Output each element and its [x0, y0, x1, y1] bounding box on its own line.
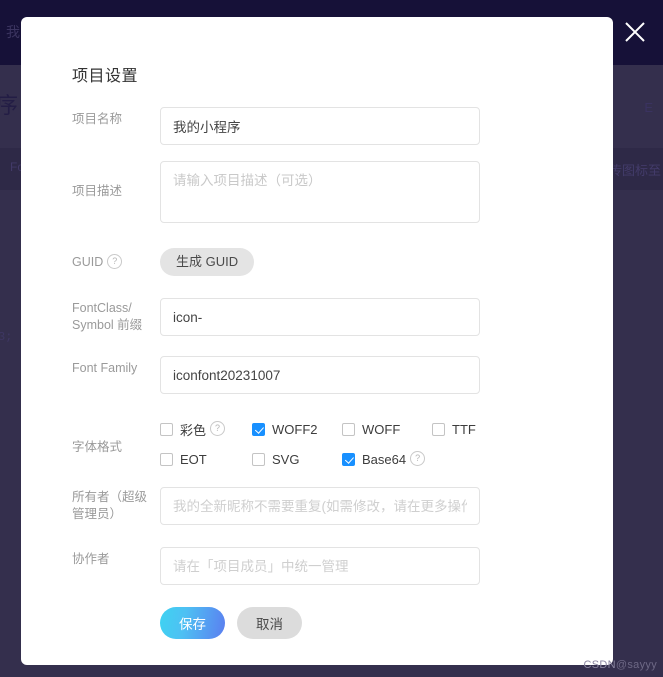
field-font-family: Font Family: [21, 356, 613, 394]
field-guid: GUID? 生成 GUID: [21, 248, 613, 276]
checkbox-box-woff[interactable]: [342, 423, 355, 436]
checkbox-box-color[interactable]: [160, 423, 173, 436]
checkbox-label-woff: WOFF: [362, 422, 401, 437]
field-fontclass-prefix: FontClass/ Symbol 前缀: [21, 298, 613, 336]
font-format-row: 彩色 ? WOFF2 WOFF TTF: [160, 420, 490, 439]
checkbox-label-base64: Base64: [362, 452, 407, 467]
label-collaborator: 协作者: [72, 552, 110, 566]
close-modal-button[interactable]: [617, 14, 653, 50]
question-circle-icon[interactable]: ?: [410, 451, 426, 466]
question-circle-icon[interactable]: ?: [210, 421, 226, 436]
project-name-input[interactable]: [160, 107, 480, 145]
control-owner: [160, 487, 613, 525]
label-fontclass-line1: FontClass/: [72, 301, 132, 315]
field-project-name: 项目名称: [21, 107, 613, 145]
label-owner: 所有者（超级 管理员）: [72, 487, 160, 523]
project-description-textarea[interactable]: [160, 161, 480, 223]
background-right-fragment: E: [644, 100, 653, 115]
field-owner: 所有者（超级 管理员）: [21, 487, 613, 525]
checkbox-box-ttf[interactable]: [432, 423, 445, 436]
control-project-name: [160, 107, 613, 145]
control-guid: 生成 GUID: [160, 248, 613, 276]
close-icon: [625, 22, 645, 42]
background-label-right: 传图标至: [608, 163, 661, 178]
cancel-button[interactable]: 取消: [237, 607, 302, 639]
project-settings-modal: 项目设置 项目名称 项目描述 GUID? 生成 GUID: [21, 17, 613, 665]
control-font-family: [160, 356, 613, 394]
checkbox-base64[interactable]: Base64 ?: [342, 451, 426, 467]
control-collaborator: [160, 547, 613, 585]
checkbox-box-eot[interactable]: [160, 453, 173, 466]
label-owner-line1: 所有者（超级: [72, 490, 148, 504]
label-project-description: 项目描述: [72, 184, 123, 198]
checkbox-label-svg: SVG: [272, 452, 300, 467]
field-font-format: 字体格式 彩色 ? WOFF2 WOFF TTF EOT SVG Base64 …: [21, 418, 613, 467]
checkbox-label-ttf: TTF: [452, 422, 476, 437]
font-format-row: EOT SVG Base64 ?: [160, 451, 490, 467]
collaborator-input[interactable]: [160, 547, 480, 585]
field-project-description: 项目描述: [21, 161, 613, 228]
control-project-description: [160, 161, 613, 228]
field-collaborator: 协作者: [21, 547, 613, 585]
label-guid: GUID?: [72, 248, 160, 271]
checkbox-box-svg[interactable]: [252, 453, 265, 466]
label-owner-line2: 管理员）: [72, 507, 123, 521]
checkbox-label-color: 彩色: [180, 423, 207, 438]
label-fontclass-line2: Symbol 前缀: [72, 318, 143, 332]
checkbox-label-eot: EOT: [180, 452, 207, 467]
checkbox-box-woff2[interactable]: [252, 423, 265, 436]
watermark-brand: CSDN: [583, 659, 616, 671]
settings-form: 项目名称 项目描述 GUID? 生成 GUID FontClass/: [21, 107, 613, 639]
control-fontclass-prefix: [160, 298, 613, 336]
generate-guid-button[interactable]: 生成 GUID: [160, 248, 255, 276]
control-font-format: 彩色 ? WOFF2 WOFF TTF EOT SVG Base64 ?: [160, 418, 613, 467]
question-circle-icon[interactable]: ?: [107, 254, 123, 270]
checkbox-box-base64[interactable]: [342, 453, 355, 466]
modal-title: 项目设置: [72, 68, 139, 85]
label-font-family: Font Family: [72, 361, 138, 375]
label-project-name: 项目名称: [72, 112, 123, 126]
watermark-user: @sayyy: [615, 659, 657, 671]
font-family-input[interactable]: [160, 356, 480, 394]
save-button[interactable]: 保存: [160, 607, 225, 639]
modal-actions: 保存 取消: [160, 607, 613, 639]
checkbox-eot[interactable]: EOT: [160, 452, 252, 467]
label-font-format: 字体格式: [72, 440, 123, 454]
owner-input[interactable]: [160, 487, 480, 525]
checkbox-label-woff2: WOFF2: [272, 422, 318, 437]
fontclass-prefix-input[interactable]: [160, 298, 480, 336]
label-guid-text: GUID: [72, 255, 104, 269]
checkbox-woff[interactable]: WOFF: [342, 420, 432, 439]
checkbox-woff2[interactable]: WOFF2: [252, 420, 342, 439]
checkbox-svg[interactable]: SVG: [252, 452, 342, 467]
font-format-checkbox-grid: 彩色 ? WOFF2 WOFF TTF EOT SVG Base64 ?: [160, 418, 490, 467]
checkbox-ttf[interactable]: TTF: [432, 420, 480, 439]
watermark: CSDN@sayyy: [584, 659, 657, 671]
label-fontclass-prefix: FontClass/ Symbol 前缀: [72, 298, 160, 334]
background-row-title: 序: [0, 93, 19, 118]
background-code-fragment: 3;: [0, 330, 13, 344]
checkbox-color[interactable]: 彩色 ?: [160, 420, 252, 439]
